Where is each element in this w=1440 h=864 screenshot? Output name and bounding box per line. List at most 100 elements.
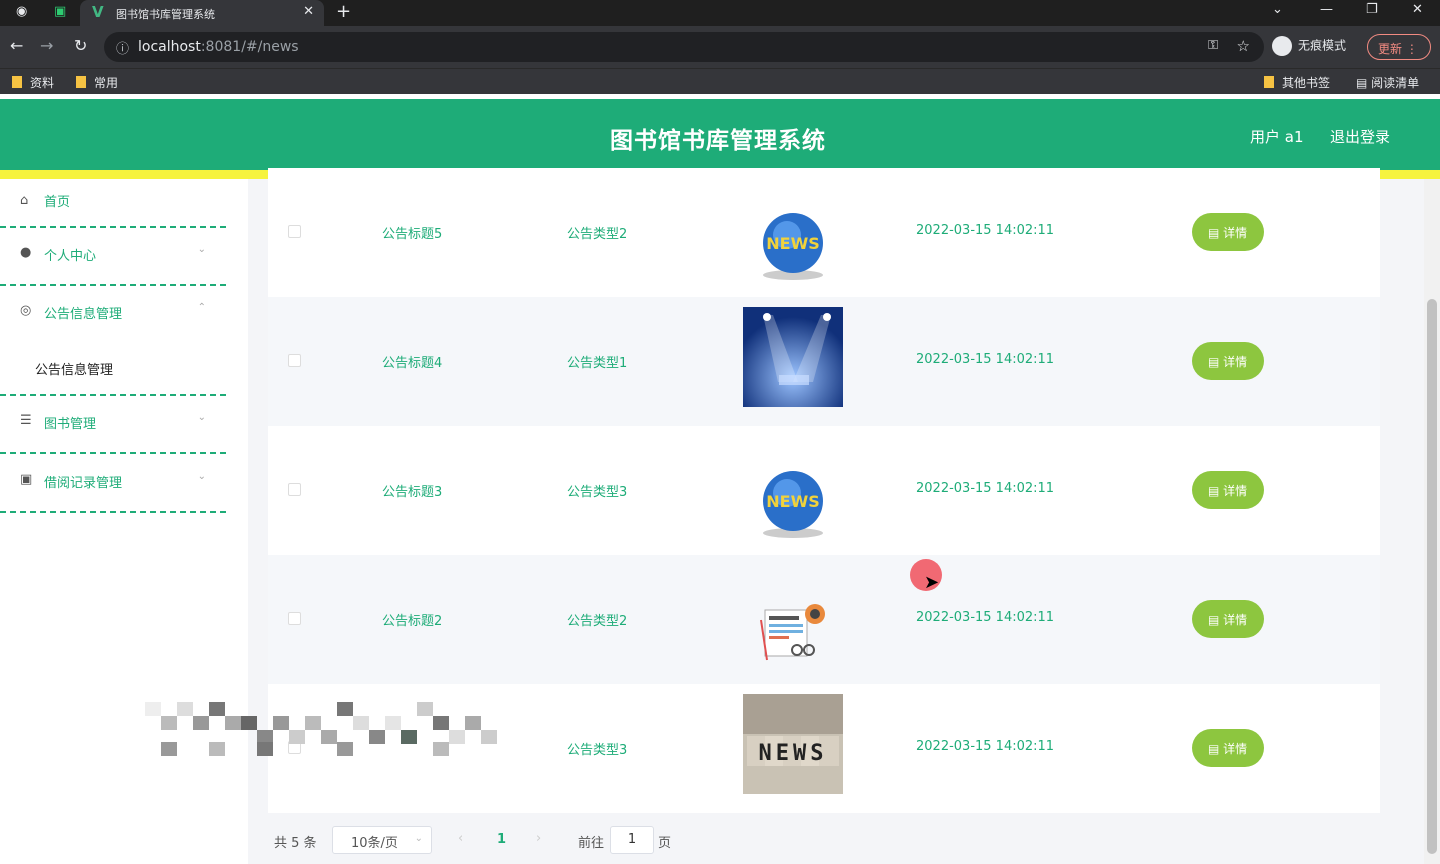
page-unit-label: 页 bbox=[658, 836, 672, 851]
detail-button[interactable]: ▤ 详情 bbox=[1192, 729, 1264, 767]
browser-tab-bar: ◉ ▣ V 图书馆书库管理系统 ✕ + ⌄ — ❐ ✕ bbox=[0, 0, 1440, 26]
row-checkbox[interactable] bbox=[288, 354, 301, 367]
user-label: 用户 a1 bbox=[1250, 128, 1304, 146]
cell-time: 2022-03-15 14:02:11 bbox=[916, 739, 1055, 754]
cell-type: 公告类型3 bbox=[567, 485, 628, 500]
folder-icon bbox=[12, 76, 22, 88]
cell-title: 公告标题5 bbox=[382, 227, 443, 242]
cell-type: 公告类型2 bbox=[567, 614, 628, 629]
total-count: 共 5 条 bbox=[274, 836, 317, 851]
cell-title: 公告标题4 bbox=[382, 356, 443, 371]
svg-text:NEWS: NEWS bbox=[759, 741, 828, 766]
key-icon[interactable]: ⚿ bbox=[1208, 38, 1218, 53]
cell-time: 2022-03-15 14:02:11 bbox=[916, 481, 1055, 496]
cell-type: 公告类型1 bbox=[567, 356, 628, 371]
bookmark-folder[interactable]: 常用 bbox=[76, 74, 118, 91]
new-tab-icon[interactable]: + bbox=[336, 1, 351, 22]
chevron-down-icon: ⌄ bbox=[197, 412, 206, 423]
folder-icon bbox=[76, 76, 86, 88]
detail-button[interactable]: ▤ 详情 bbox=[1192, 600, 1264, 638]
row-checkbox[interactable] bbox=[288, 612, 301, 625]
tab-search-icon[interactable]: ⌄ bbox=[1272, 2, 1283, 17]
svg-text:NEWS: NEWS bbox=[766, 234, 820, 253]
globe-news-image: NEWS bbox=[763, 471, 823, 538]
cell-time: 2022-03-15 14:02:11 bbox=[916, 352, 1055, 367]
bookmark-folder[interactable]: 资料 bbox=[12, 74, 54, 91]
table-row: 公告标题5 公告类型2 NEWS 2022-03-15 14:02:11 ▤ 详… bbox=[268, 168, 1380, 297]
browser-toolbar: ← → ↻ ⓘ localhost:8081/#/news ⚿ ☆ 无痕模式 更… bbox=[0, 26, 1440, 68]
chevron-up-icon: ⌃ bbox=[197, 302, 206, 313]
other-bookmarks[interactable]: 其他书签 bbox=[1264, 74, 1330, 91]
home-icon: ⌂ bbox=[20, 193, 29, 208]
reload-icon[interactable]: ↻ bbox=[74, 36, 87, 55]
cell-time: 2022-03-15 14:02:11 bbox=[916, 610, 1055, 625]
reading-list-icon: ▤ bbox=[1356, 76, 1372, 90]
sidebar-item-home[interactable]: ⌂ 首页 bbox=[0, 179, 226, 228]
forward-icon[interactable]: → bbox=[40, 36, 53, 55]
page-title: 图书馆书库管理系统 bbox=[610, 128, 826, 154]
submenu-announcements[interactable]: 公告信息管理 bbox=[35, 359, 113, 378]
sidebar-item-books[interactable]: ☰ 图书管理 ⌄ bbox=[0, 396, 226, 454]
tab-title: 图书馆书库管理系统 bbox=[116, 8, 215, 21]
list-icon: ☰ bbox=[20, 413, 32, 428]
bookmarks-bar: 资料 常用 其他书签 ▤ 阅读清单 bbox=[0, 68, 1440, 94]
chevron-down-icon: ⌄ bbox=[197, 471, 206, 482]
globe-news-image: NEWS bbox=[763, 213, 823, 280]
page-number[interactable]: 1 bbox=[497, 832, 506, 847]
table-row: 公告标题2 公告类型2 2022-03-15 14:02:11 ▤ 详情 bbox=[268, 555, 1380, 684]
next-page-icon[interactable]: › bbox=[536, 831, 541, 846]
newspaper-image bbox=[760, 604, 825, 661]
url-text[interactable]: localhost:8081/#/news bbox=[138, 39, 299, 55]
dashboard-icon: ◎ bbox=[20, 303, 32, 318]
incognito-icon bbox=[1272, 36, 1292, 56]
incognito-indicator[interactable]: 无痕模式 bbox=[1272, 36, 1346, 56]
prev-page-icon[interactable]: ‹ bbox=[458, 831, 463, 846]
detail-button[interactable]: ▤ 详情 bbox=[1192, 342, 1264, 380]
cell-type: 公告类型2 bbox=[567, 227, 628, 242]
mouse-cursor-icon: ➤ bbox=[924, 572, 940, 593]
sidebar-item-announcements[interactable]: ◎ 公告信息管理 ⌃ bbox=[0, 286, 226, 396]
close-window-icon[interactable]: ✕ bbox=[1412, 2, 1423, 17]
news-blocks-image: NEWS bbox=[743, 694, 843, 794]
goto-label: 前往 bbox=[578, 836, 605, 851]
chevron-down-icon: ⌄ bbox=[197, 244, 206, 255]
page-scrollbar[interactable] bbox=[1424, 179, 1440, 864]
restore-icon[interactable]: ❐ bbox=[1366, 2, 1378, 17]
close-tab-icon[interactable]: ✕ bbox=[303, 4, 314, 19]
sidebar-item-borrow-records[interactable]: ▣ 借阅记录管理 ⌄ bbox=[0, 455, 226, 513]
cell-title: 公告标题2 bbox=[382, 614, 443, 629]
reading-list[interactable]: ▤ 阅读清单 bbox=[1356, 74, 1419, 91]
row-checkbox[interactable] bbox=[288, 225, 301, 238]
pagination: 共 5 条 10条/页 ⌄ ‹ 1 › 前往 1 页 bbox=[268, 820, 1380, 860]
star-icon[interactable]: ☆ bbox=[1237, 37, 1250, 55]
logout-link[interactable]: 退出登录 bbox=[1330, 126, 1390, 147]
user-icon: ● bbox=[20, 245, 32, 260]
sidebar: ⌂ 首页 ● 个人中心 ⌄ ◎ 公告信息管理 ⌃ 公告信息管理 ☰ 图书管理 ⌄… bbox=[0, 179, 248, 864]
cell-time: 2022-03-15 14:02:11 bbox=[916, 223, 1055, 238]
cell-type: 公告类型3 bbox=[567, 743, 628, 758]
scrollbar-thumb[interactable] bbox=[1427, 299, 1437, 854]
table-row: 公告标题3 公告类型3 NEWS 2022-03-15 14:02:11 ▤ 详… bbox=[268, 426, 1380, 555]
detail-button[interactable]: ▤ 详情 bbox=[1192, 471, 1264, 509]
app-icon[interactable]: ▣ bbox=[54, 4, 66, 19]
clipboard-icon: ▣ bbox=[20, 472, 33, 487]
minimize-icon[interactable]: — bbox=[1320, 2, 1333, 17]
cell-title: 公告标题3 bbox=[382, 485, 443, 500]
folder-icon bbox=[1264, 76, 1274, 88]
page-size-select[interactable]: 10条/页 ⌄ bbox=[332, 826, 432, 854]
goto-page-input[interactable]: 1 bbox=[610, 826, 654, 854]
address-bar[interactable]: ⓘ localhost:8081/#/news ⚿ ☆ bbox=[104, 32, 1264, 62]
chevron-down-icon: ⌄ bbox=[414, 833, 423, 844]
svg-text:NEWS: NEWS bbox=[766, 492, 820, 511]
update-button[interactable]: 更新 ⋮ bbox=[1367, 34, 1431, 60]
detail-button[interactable]: ▤ 详情 bbox=[1192, 213, 1264, 251]
row-checkbox[interactable] bbox=[288, 483, 301, 496]
browser-tab[interactable]: V 图书馆书库管理系统 ✕ bbox=[80, 0, 324, 26]
sidebar-item-profile[interactable]: ● 个人中心 ⌄ bbox=[0, 228, 226, 286]
back-icon[interactable]: ← bbox=[10, 36, 23, 55]
info-icon[interactable]: ⓘ bbox=[116, 38, 129, 57]
app-header: 图书馆书库管理系统 用户 a1 退出登录 bbox=[0, 99, 1440, 170]
pixelated-overlay bbox=[145, 702, 497, 756]
table-row: 公告标题4 公告类型1 2022-03-15 14:02:11 ▤ 详情 bbox=[268, 297, 1380, 426]
globe-icon[interactable]: ◉ bbox=[16, 4, 27, 19]
